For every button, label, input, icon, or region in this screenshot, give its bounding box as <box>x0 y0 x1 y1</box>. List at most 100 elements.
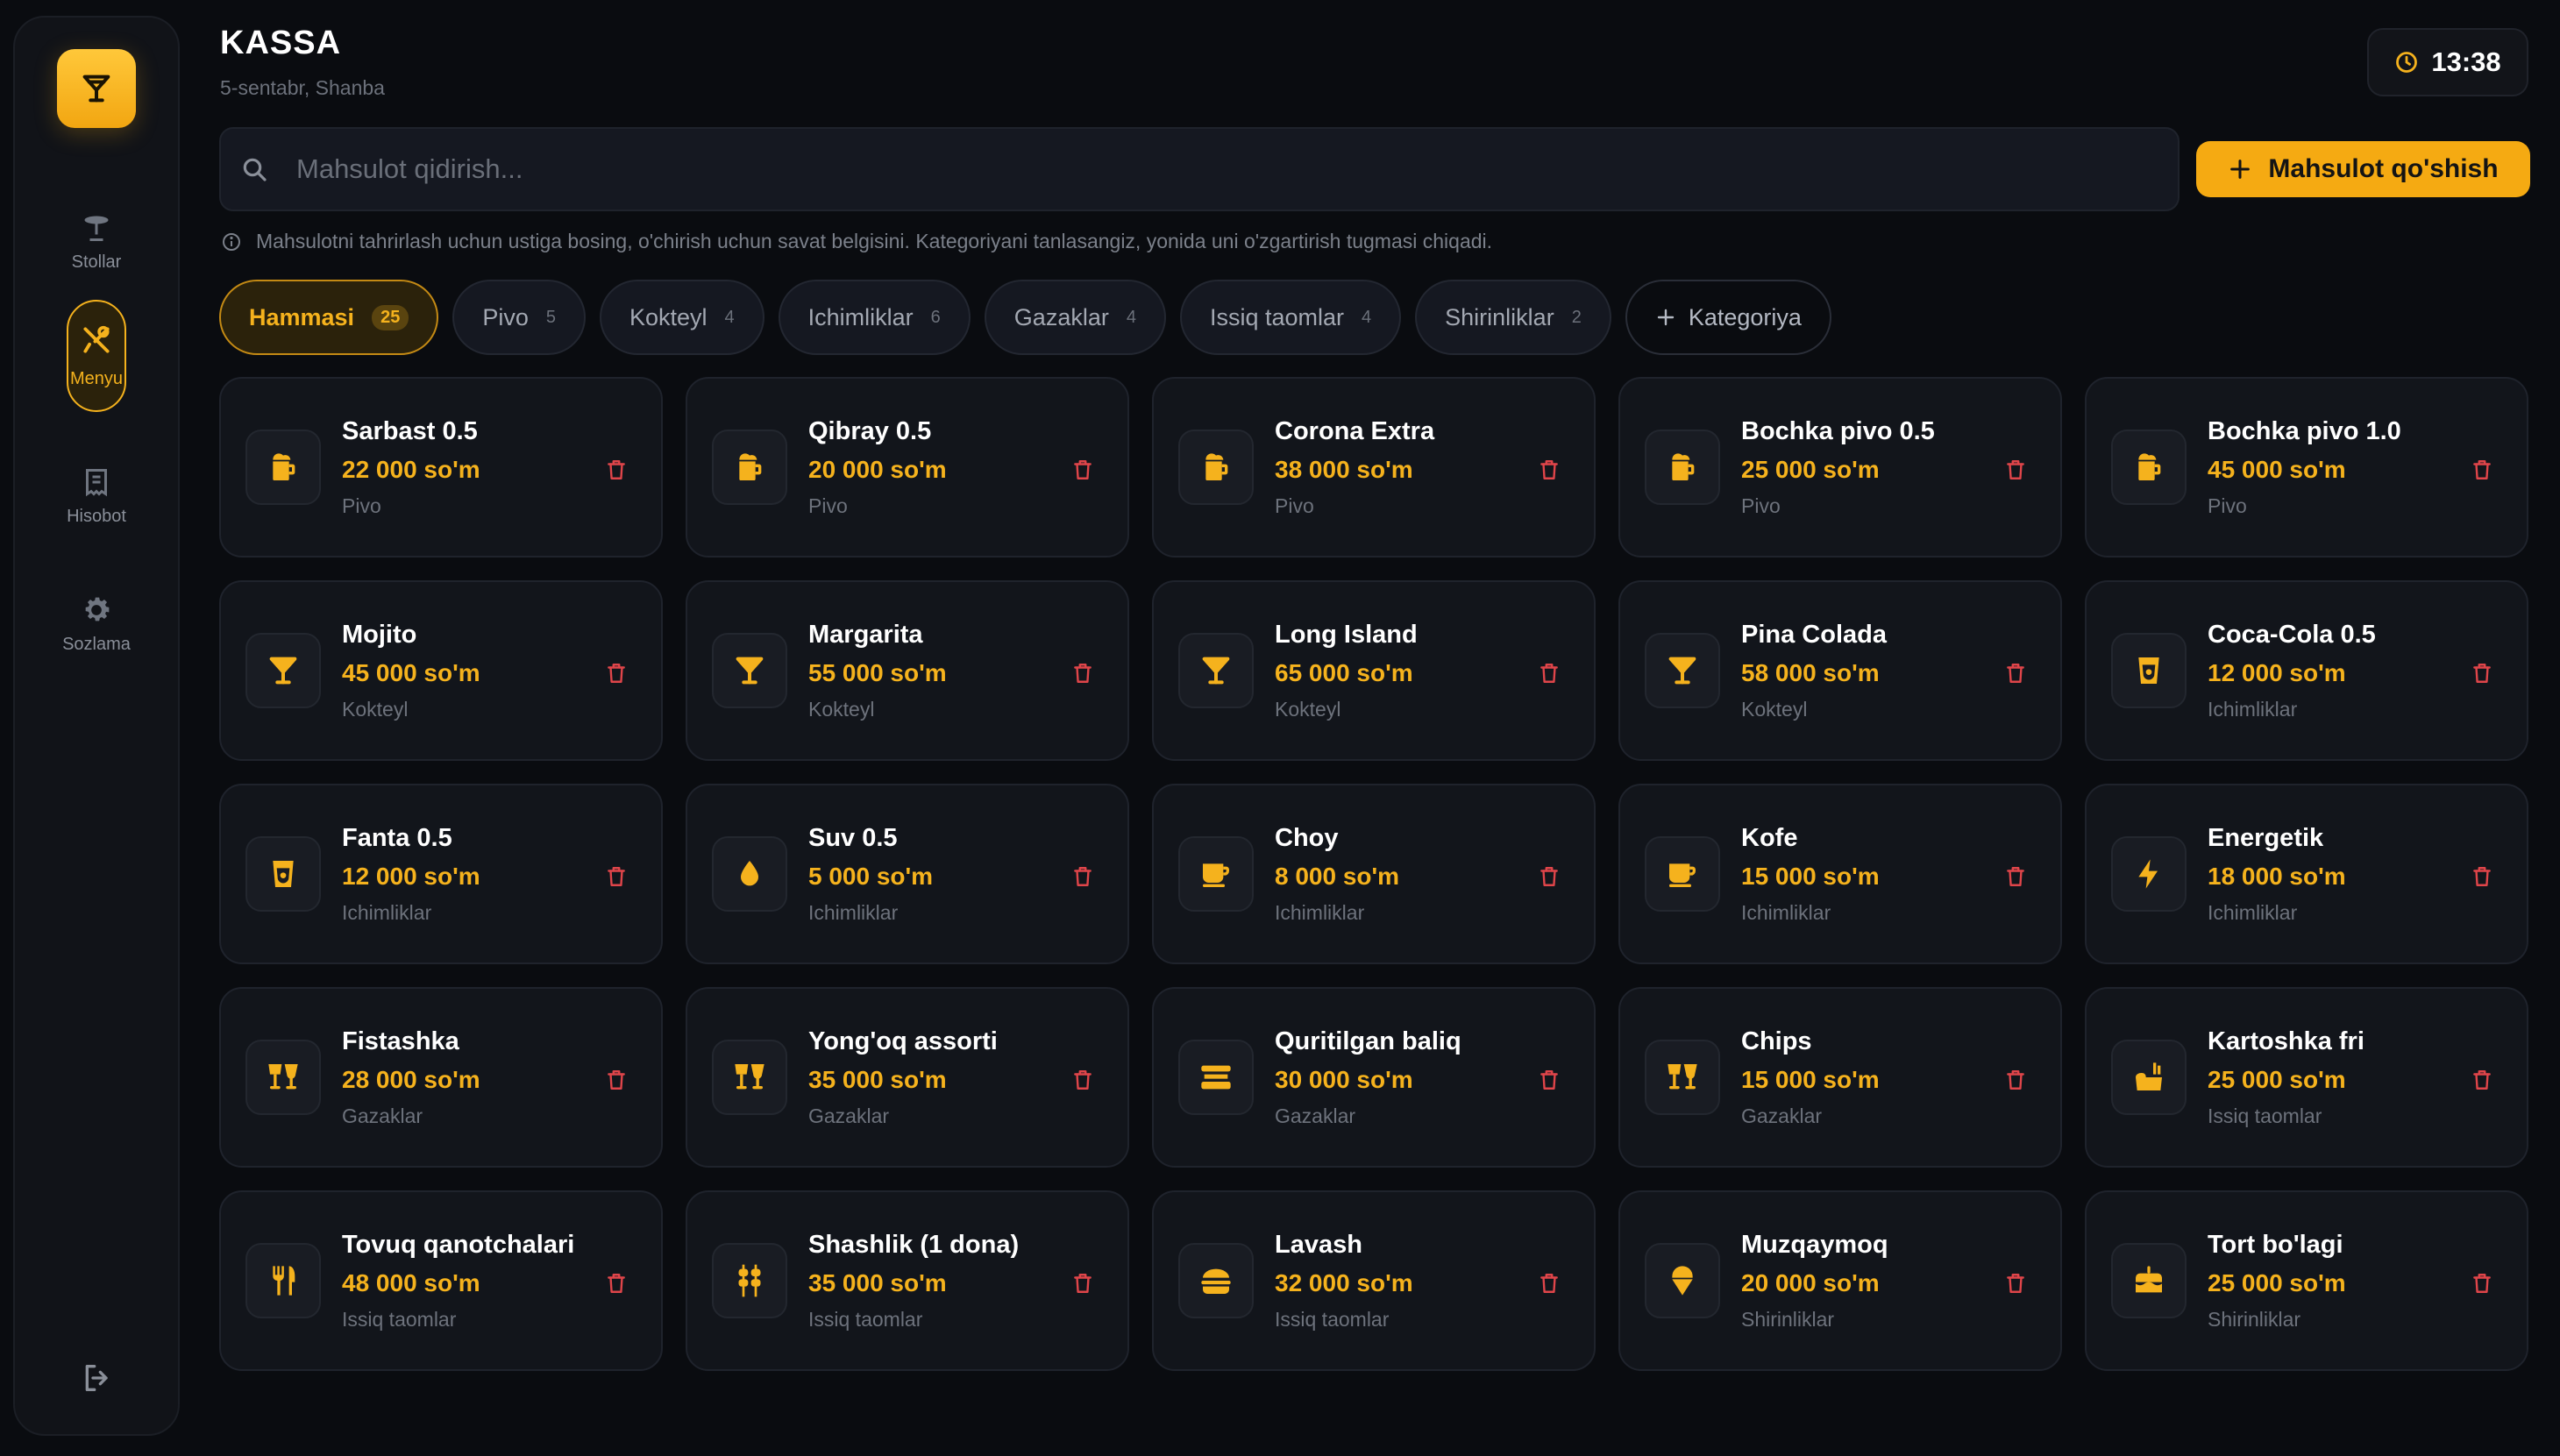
delete-product-button[interactable] <box>2469 863 2495 891</box>
delete-product-button[interactable] <box>1536 456 1562 484</box>
product-card[interactable]: Long Island 65 000 so'm Kokteyl <box>1152 580 1596 761</box>
category-chip[interactable]: Kokteyl 4 <box>599 280 764 355</box>
product-card[interactable]: Kartoshka fri 25 000 so'm Issiq taomlar <box>2085 987 2528 1168</box>
delete-product-button[interactable] <box>1070 659 1096 687</box>
product-card[interactable]: Bochka pivo 1.0 45 000 so'm Pivo <box>2085 377 2528 558</box>
trash-icon <box>1540 664 1558 683</box>
water-drop-icon <box>712 836 787 912</box>
delete-product-button[interactable] <box>603 456 629 484</box>
search-input[interactable] <box>296 153 2050 185</box>
product-price: 12 000 so'm <box>2208 659 2346 686</box>
product-category: Issiq taomlar <box>2208 1104 2322 1127</box>
product-card[interactable]: Lavash 32 000 so'm Issiq taomlar <box>1152 1190 1596 1371</box>
delete-product-button[interactable] <box>1536 1269 1562 1297</box>
product-card[interactable]: Sarbast 0.5 22 000 so'm Pivo <box>219 377 663 558</box>
product-category: Gazaklar <box>1275 1104 1356 1127</box>
product-card[interactable]: Kofe 15 000 so'm Ichimliklar <box>1618 784 2062 964</box>
product-price: 18 000 so'm <box>2208 863 2346 890</box>
product-card[interactable]: Coca-Cola 0.5 12 000 so'm Ichimliklar <box>2085 580 2528 761</box>
delete-product-button[interactable] <box>2469 1269 2495 1297</box>
category-chip[interactable]: Issiq taomlar 4 <box>1179 280 1402 355</box>
sidebar-item-menyu[interactable]: Menyu <box>15 300 178 412</box>
product-name: Muzqaymoq <box>1741 1231 1888 1259</box>
product-price: 48 000 so'm <box>342 1269 480 1296</box>
category-chip-label: Gazaklar <box>1013 303 1109 330</box>
delete-product-button[interactable] <box>603 659 629 687</box>
product-name: Corona Extra <box>1275 417 1435 445</box>
delete-product-button[interactable] <box>603 1066 629 1094</box>
delete-product-button[interactable] <box>1536 863 1562 891</box>
product-card[interactable]: Fanta 0.5 12 000 so'm Ichimliklar <box>219 784 663 964</box>
product-card[interactable]: Bochka pivo 0.5 25 000 so'm Pivo <box>1618 377 2062 558</box>
product-category: Ichimliklar <box>1741 901 1831 924</box>
product-card[interactable]: Chips 15 000 so'm Gazaklar <box>1618 987 2062 1168</box>
product-category: Shirinliklar <box>2208 1308 2301 1331</box>
delete-product-button[interactable] <box>603 1269 629 1297</box>
product-card[interactable]: Energetik 18 000 so'm Ichimliklar <box>2085 784 2528 964</box>
category-chip[interactable]: Pivo 5 <box>452 280 586 355</box>
trash-icon <box>1074 1274 1092 1293</box>
product-card[interactable]: Tort bo'lagi 25 000 so'm Shirinliklar <box>2085 1190 2528 1371</box>
gear-icon <box>77 591 116 629</box>
sidebar-item-label: Menyu <box>69 368 124 388</box>
product-card[interactable]: Pina Colada 58 000 so'm Kokteyl <box>1618 580 2062 761</box>
delete-product-button[interactable] <box>2002 1066 2029 1094</box>
product-price: 25 000 so'm <box>2208 1066 2346 1093</box>
delete-product-button[interactable] <box>2469 1066 2495 1094</box>
product-card[interactable]: Margarita 55 000 so'm Kokteyl <box>686 580 1129 761</box>
product-price: 15 000 so'm <box>1741 1066 1880 1093</box>
delete-product-button[interactable] <box>603 863 629 891</box>
product-card[interactable]: Quritilgan baliq 30 000 so'm Gazaklar <box>1152 987 1596 1168</box>
add-category-button[interactable]: Kategoriya <box>1625 280 1831 355</box>
product-category: Ichimliklar <box>342 901 432 924</box>
product-card[interactable]: Yong'oq assorti 35 000 so'm Gazaklar <box>686 987 1129 1168</box>
add-product-button[interactable]: Mahsulot qo'shish <box>2196 141 2530 197</box>
product-card[interactable]: Shashlik (1 dona) 35 000 so'm Issiq taomla… <box>686 1190 1129 1371</box>
product-category: Issiq taomlar <box>808 1308 923 1331</box>
delete-product-button[interactable] <box>1070 1066 1096 1094</box>
product-price: 35 000 so'm <box>808 1269 947 1296</box>
product-name: Yong'oq assorti <box>808 1027 998 1055</box>
fish-plate-icon <box>1178 1040 1254 1115</box>
delete-product-button[interactable] <box>1536 659 1562 687</box>
delete-product-button[interactable] <box>2002 1269 2029 1297</box>
category-chip[interactable]: Shirinliklar 2 <box>1415 280 1611 355</box>
delete-product-button[interactable] <box>2002 456 2029 484</box>
logout-button[interactable] <box>73 1353 122 1403</box>
sidebar-item-stollar[interactable]: Stollar <box>15 209 178 273</box>
product-card[interactable]: Tovuq qanotchalari 48 000 so'm Issiq taoml… <box>219 1190 663 1371</box>
product-category: Pivo <box>2208 494 2247 517</box>
delete-product-button[interactable] <box>1070 863 1096 891</box>
product-category: Ichimliklar <box>2208 901 2298 924</box>
category-chip[interactable]: Ichimliklar 6 <box>778 280 971 355</box>
category-chip[interactable]: Gazaklar 4 <box>984 280 1166 355</box>
app-logo[interactable] <box>57 49 136 128</box>
product-card[interactable]: Corona Extra 38 000 so'm Pivo <box>1152 377 1596 558</box>
delete-product-button[interactable] <box>2002 659 2029 687</box>
product-card[interactable]: Fistashka 28 000 so'm Gazaklar <box>219 987 663 1168</box>
trash-icon <box>1540 867 1558 886</box>
delete-product-button[interactable] <box>2469 659 2495 687</box>
sidebar-item-sozlama[interactable]: Sozlama <box>15 591 178 655</box>
product-price: 65 000 so'm <box>1275 659 1413 686</box>
product-card[interactable]: Qibray 0.5 20 000 so'm Pivo <box>686 377 1129 558</box>
delete-product-button[interactable] <box>1536 1066 1562 1094</box>
add-product-label: Mahsulot qo'shish <box>2268 154 2499 183</box>
product-category: Kokteyl <box>1741 698 1808 721</box>
category-chip-label: Kokteyl <box>629 303 708 330</box>
sidebar-item-hisobot[interactable]: Hisobot <box>15 463 178 527</box>
product-card[interactable]: Choy 8 000 so'm Ichimliklar <box>1152 784 1596 964</box>
product-price: 20 000 so'm <box>1741 1269 1880 1296</box>
clock: 13:38 <box>2367 28 2528 96</box>
delete-product-button[interactable] <box>2469 456 2495 484</box>
beer-icon <box>1645 430 1720 505</box>
product-card[interactable]: Muzqaymoq 20 000 so'm Shirinliklar <box>1618 1190 2062 1371</box>
category-chip[interactable]: Hammasi 25 <box>219 280 439 355</box>
delete-product-button[interactable] <box>1070 456 1096 484</box>
delete-product-button[interactable] <box>1070 1269 1096 1297</box>
plus-icon <box>2230 160 2251 179</box>
delete-product-button[interactable] <box>2002 863 2029 891</box>
product-card[interactable]: Suv 0.5 5 000 so'm Ichimliklar <box>686 784 1129 964</box>
product-category: Ichimliklar <box>2208 698 2298 721</box>
product-card[interactable]: Mojito 45 000 so'm Kokteyl <box>219 580 663 761</box>
